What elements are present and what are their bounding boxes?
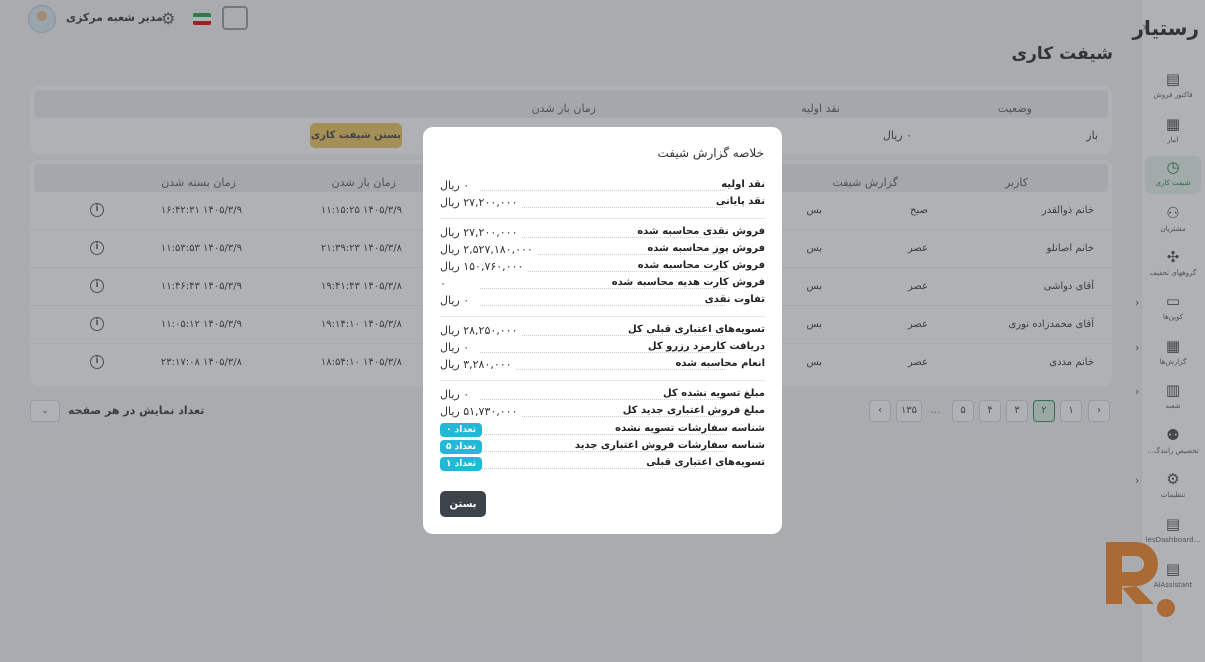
summary-row: نقد پایانی ۲۷,۲۰۰,۰۰۰ ریال [440,196,765,212]
summary-value: ۰ ریال [440,388,474,401]
summary-label: مبلغ فروش اعتباری جدید کل [618,405,765,416]
summary-row: تسویه‌های اعتباری قبلی کل ۲۸,۲۵۰,۰۰۰ ریا… [440,324,765,340]
summary-badge-row: شناسه سفارشات فروش اعتباری جدید تعداد ۵ [440,440,765,456]
summary-label: شناسه سفارشات تسویه نشده [611,423,765,434]
summary-label: فروش کارت محاسبه شده [633,260,765,271]
summary-label: مبلغ تسویه نشده کل [658,388,765,399]
summary-row: فروش نقدی محاسبه شده ۲۷,۲۰۰,۰۰۰ ریال [440,226,765,242]
summary-row: فروش پوز محاسبه شده ۲,۵۲۷,۱۸۰,۰۰۰ ریال [440,243,765,259]
summary-value: ۲۸,۲۵۰,۰۰۰ ریال [440,324,522,337]
summary-row: فروش کارت هدیه محاسبه شده ۰ [440,277,765,293]
summary-value: ۰ ریال [440,341,474,354]
summary-row: دریافت کارمزد رزرو کل ۰ ریال [440,341,765,357]
summary-badge-row: شناسه سفارشات تسویه نشده تعداد ۰ [440,423,765,439]
summary-label: نقد پایانی [711,196,765,207]
summary-value: ۱۵۰,۷۶۰,۰۰۰ ریال [440,260,528,273]
summary-value: ۲۷,۲۰۰,۰۰۰ ریال [440,196,522,209]
summary-label: فروش پوز محاسبه شده [643,243,765,254]
summary-label: فروش کارت هدیه محاسبه شده [607,277,765,288]
summary-value: ۰ ریال [440,179,474,192]
summary-value: ۰ ریال [440,294,474,307]
divider [440,316,765,317]
summary-value: ۲۷,۲۰۰,۰۰۰ ریال [440,226,522,239]
summary-row: انعام محاسبه شده ۳,۲۸۰,۰۰۰ ریال [440,358,765,374]
summary-row: فروش کارت محاسبه شده ۱۵۰,۷۶۰,۰۰۰ ریال [440,260,765,276]
summary-value: ۳,۲۸۰,۰۰۰ ریال [440,358,516,371]
summary-label: نقد اولیه [717,179,765,190]
summary-label: دریافت کارمزد رزرو کل [643,341,765,352]
modal-title: خلاصه گزارش شیفت [657,146,764,160]
summary-label: انعام محاسبه شده [671,358,765,369]
count-badge[interactable]: تعداد ۵ [440,440,482,454]
count-badge[interactable]: تعداد ۰ [440,423,482,437]
summary-badge-row: تسویه‌های اعتباری قبلی تعداد ۱ [440,457,765,473]
shift-summary-modal: خلاصه گزارش شیفت نقد اولیه ۰ ریال نقد پا… [423,127,782,534]
divider [440,380,765,381]
summary-row: مبلغ تسویه نشده کل ۰ ریال [440,388,765,404]
summary-label: فروش نقدی محاسبه شده [633,226,765,237]
modal-close-button[interactable]: بستن [440,491,486,517]
summary-label: شناسه سفارشات فروش اعتباری جدید [570,440,765,451]
summary-row: تفاوت نقدی ۰ ریال [440,294,765,310]
count-badge[interactable]: تعداد ۱ [440,457,482,471]
summary-value: ۲,۵۲۷,۱۸۰,۰۰۰ ریال [440,243,537,256]
summary-row: مبلغ فروش اعتباری جدید کل ۵۱,۷۳۰,۰۰۰ ریا… [440,405,765,421]
summary-value: ۵۱,۷۳۰,۰۰۰ ریال [440,405,522,418]
summary-label: تفاوت نقدی [700,294,765,305]
divider [440,218,765,219]
summary-label: تسویه‌های اعتباری قبلی [642,457,765,468]
summary-label: تسویه‌های اعتباری قبلی کل [624,324,765,335]
summary-row: نقد اولیه ۰ ریال [440,179,765,195]
summary-value: ۰ [440,277,450,290]
